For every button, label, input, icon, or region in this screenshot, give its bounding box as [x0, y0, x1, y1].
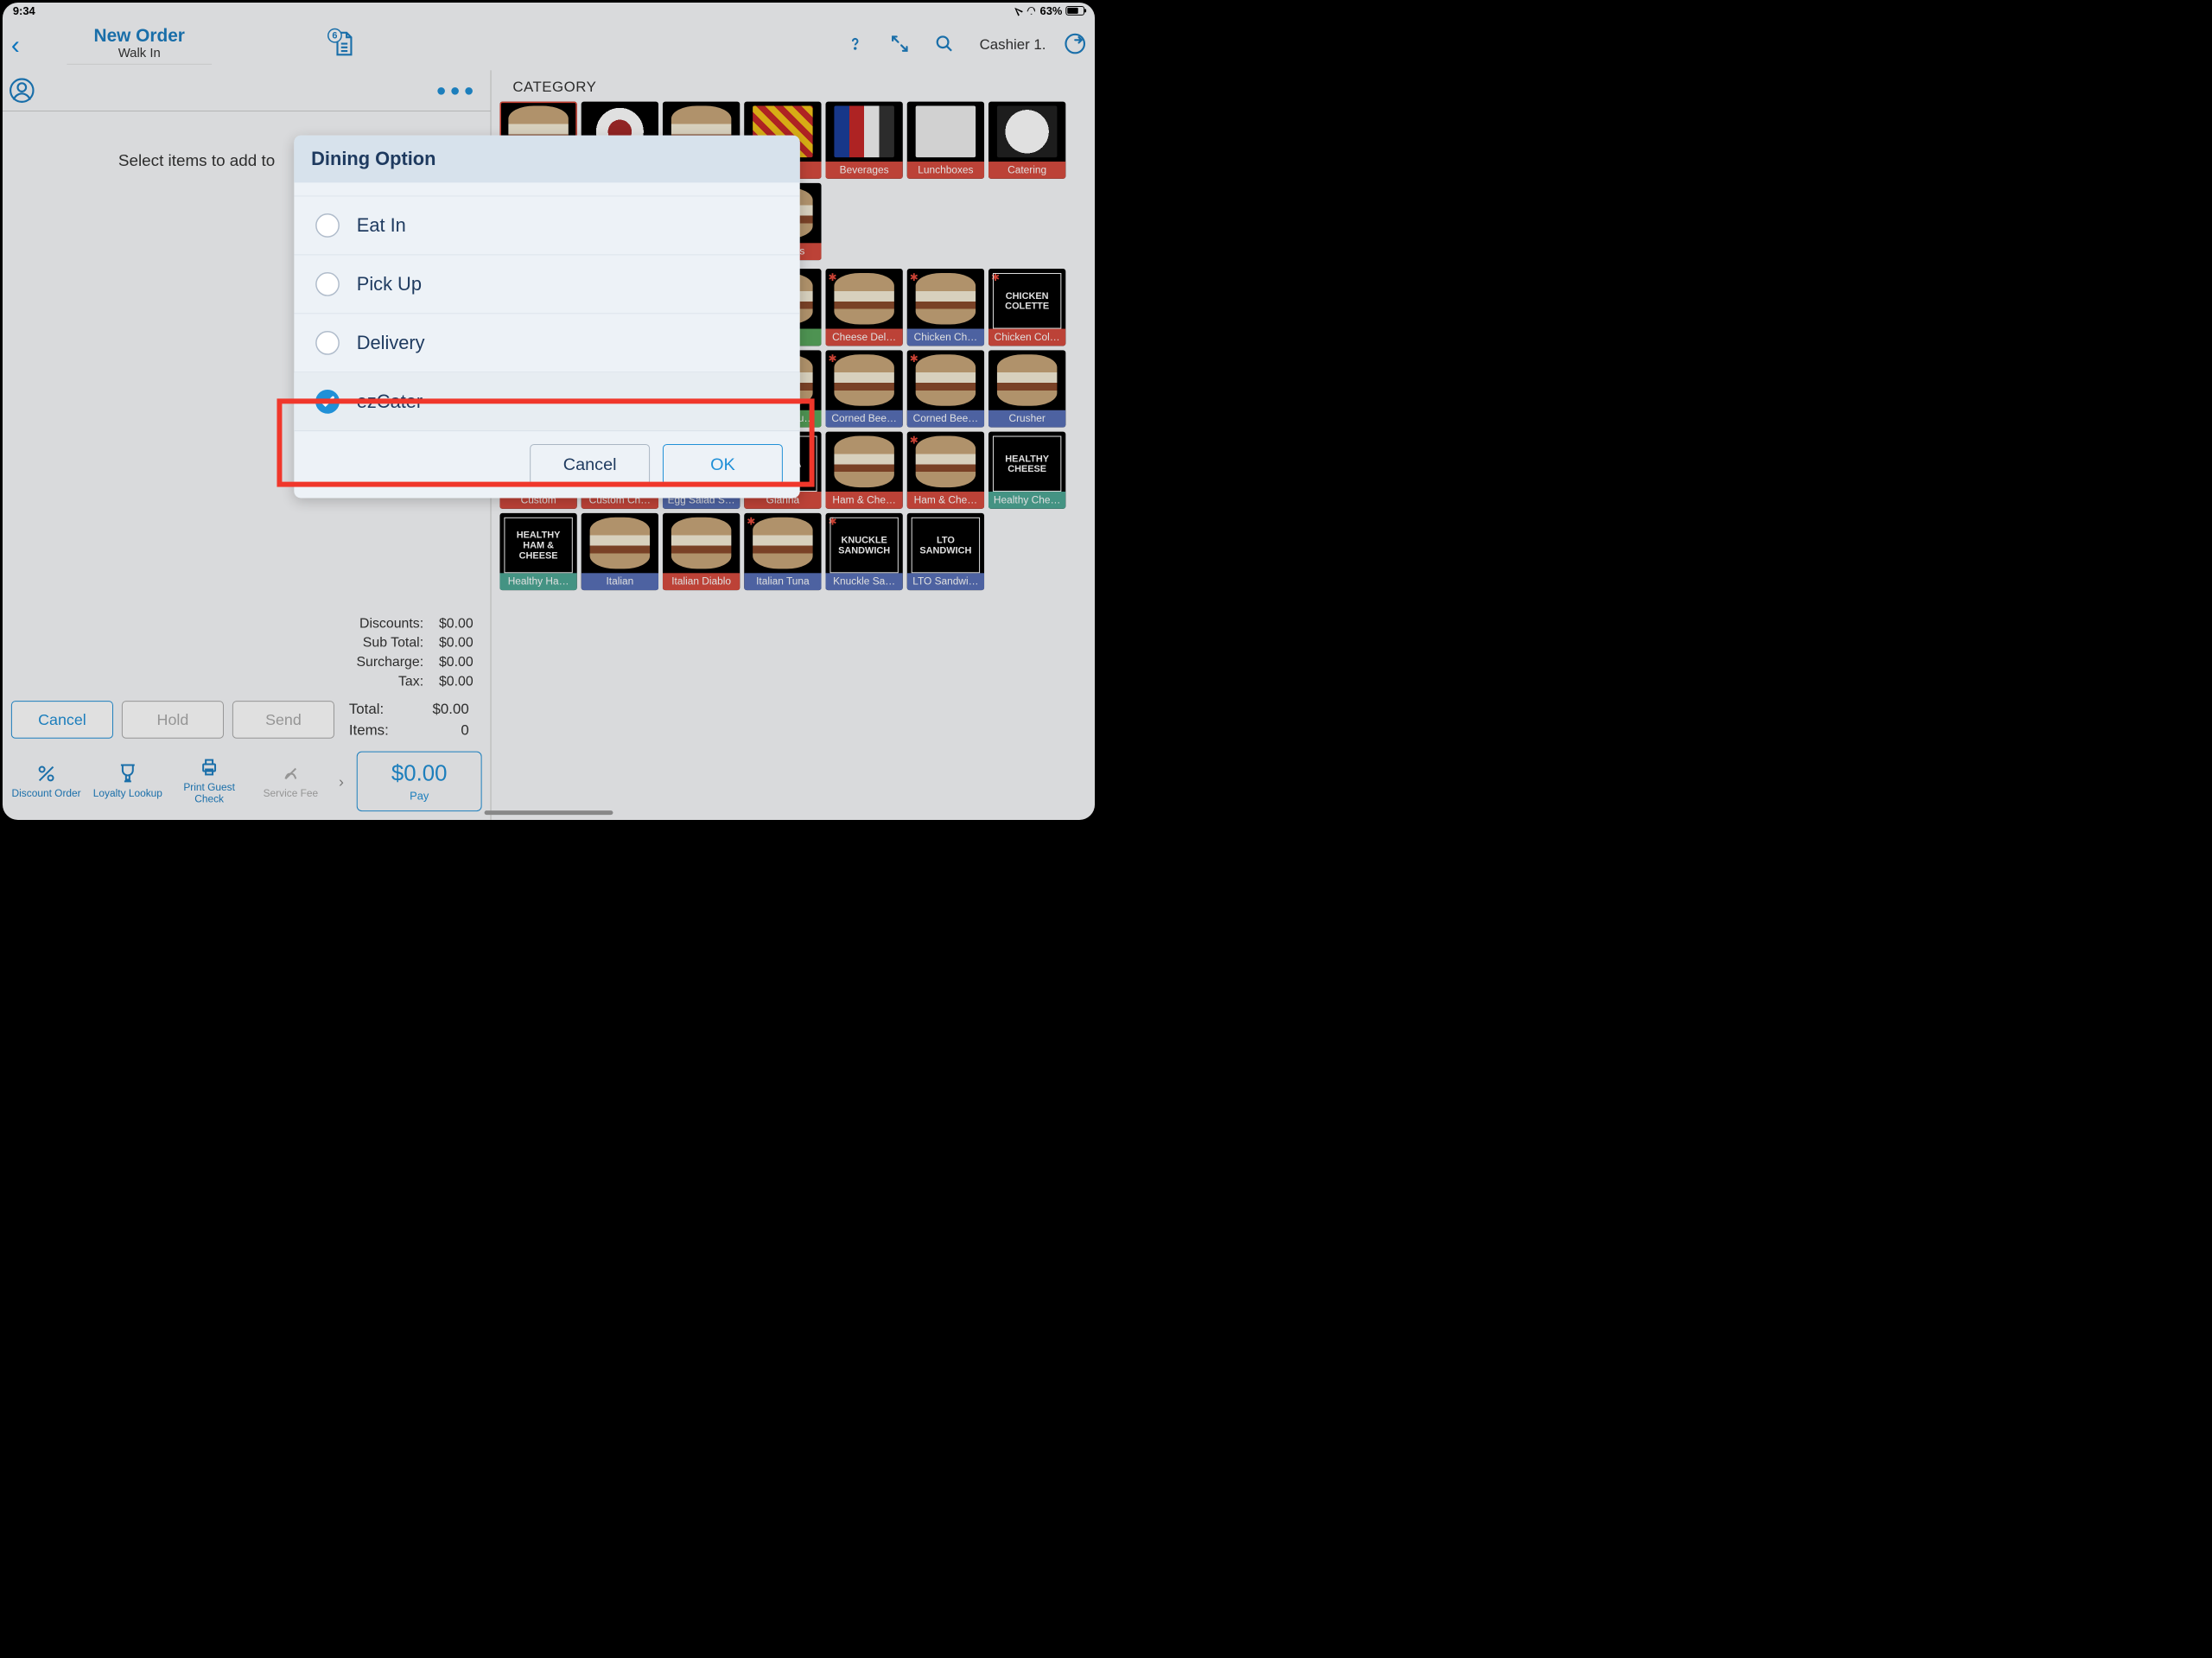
dining-option-row[interactable]: Delivery	[294, 314, 799, 372]
modal-cancel-button[interactable]: Cancel	[530, 444, 650, 486]
dining-option-modal: Dining Option Eat InPick UpDeliveryezCat…	[294, 136, 799, 499]
dining-option-row[interactable]: Pick Up	[294, 255, 799, 314]
modal-backdrop[interactable]: Dining Option Eat InPick UpDeliveryezCat…	[3, 3, 1095, 820]
radio-icon	[315, 272, 340, 296]
modal-ok-button[interactable]: OK	[663, 444, 783, 486]
dining-option-row[interactable]: Eat In	[294, 196, 799, 255]
radio-icon	[315, 331, 340, 355]
modal-title: Dining Option	[294, 136, 799, 183]
radio-icon	[315, 390, 340, 414]
home-indicator[interactable]	[485, 810, 613, 815]
radio-icon	[315, 213, 340, 238]
dining-option-row[interactable]: ezCater	[294, 372, 799, 431]
